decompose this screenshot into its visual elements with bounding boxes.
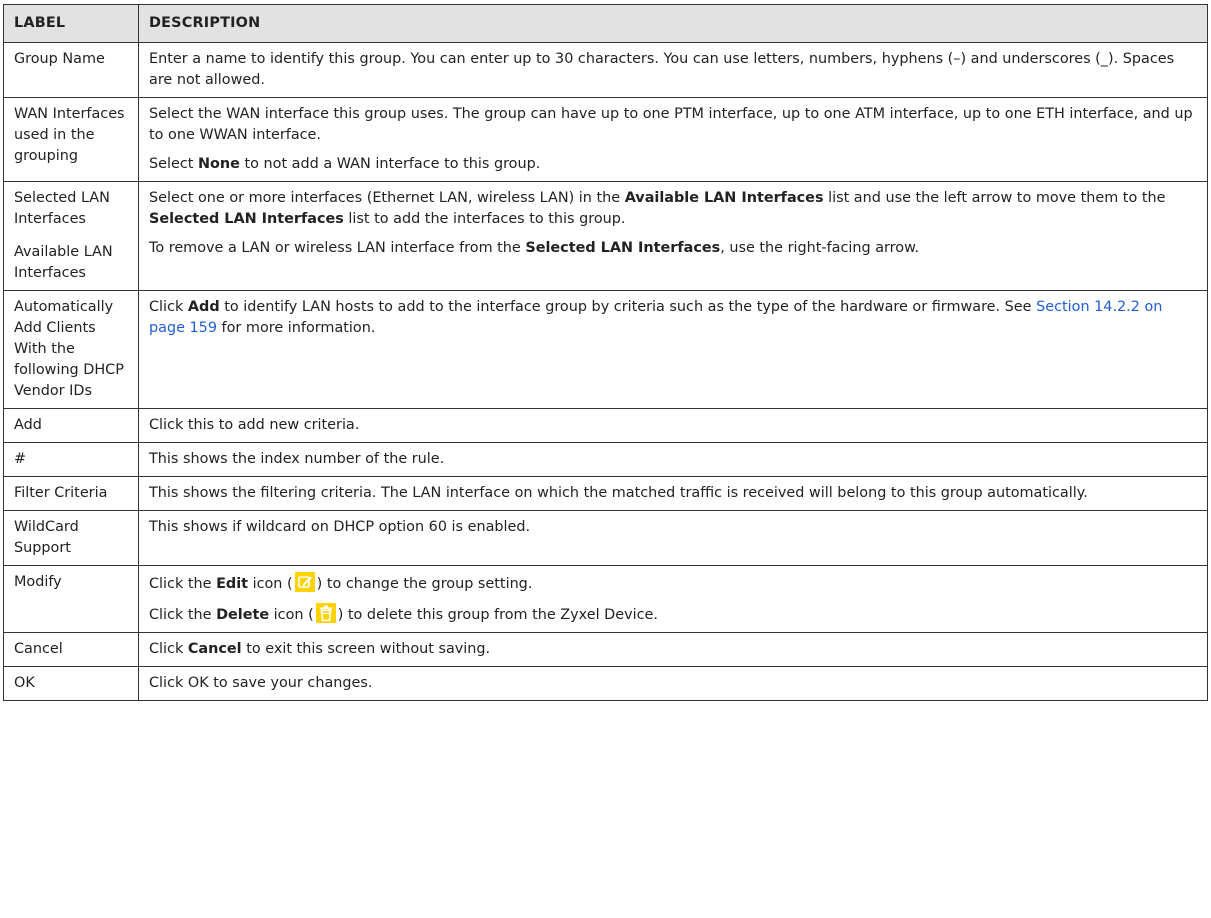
edit-icon <box>294 572 315 592</box>
table-row: Add Click this to add new criteria. <box>3 408 1208 443</box>
row-description: This shows the filtering criteria. The L… <box>138 476 1208 511</box>
table-row: WAN Interfaces used in the grouping Sele… <box>3 97 1208 182</box>
row-label: WAN Interfaces used in the grouping <box>3 97 139 182</box>
row-description: Click OK to save your changes. <box>138 666 1208 701</box>
row-description: This shows the index number of the rule. <box>138 442 1208 477</box>
table-row: OK Click OK to save your changes. <box>3 666 1208 701</box>
table-row: Selected LAN Interfaces Available LAN In… <box>3 181 1208 291</box>
row-label: Cancel <box>3 632 139 667</box>
row-description: Click Add to identify LAN hosts to add t… <box>138 290 1208 409</box>
row-label: Group Name <box>3 42 139 98</box>
table-row: Modify Click the Edit icon () to change … <box>3 565 1208 633</box>
table-row: Automatically Add Clients With the follo… <box>3 290 1208 409</box>
table-header-row: LABEL DESCRIPTION <box>3 4 1208 43</box>
row-description: This shows if wildcard on DHCP option 60… <box>138 510 1208 566</box>
description-column-header: DESCRIPTION <box>138 4 1208 43</box>
table-row: Group Name Enter a name to identify this… <box>3 42 1208 98</box>
row-label: Filter Criteria <box>3 476 139 511</box>
label-description-table: LABEL DESCRIPTION Group Name Enter a nam… <box>3 4 1208 701</box>
table-row: Filter Criteria This shows the filtering… <box>3 476 1208 511</box>
row-label: # <box>3 442 139 477</box>
row-label: Selected LAN Interfaces Available LAN In… <box>3 181 139 291</box>
row-description: Select the WAN interface this group uses… <box>138 97 1208 182</box>
row-label: Modify <box>3 565 139 633</box>
row-label: Automatically Add Clients With the follo… <box>3 290 139 409</box>
row-label: Add <box>3 408 139 443</box>
delete-icon <box>315 603 336 623</box>
row-label: WildCard Support <box>3 510 139 566</box>
table-row: WildCard Support This shows if wildcard … <box>3 510 1208 566</box>
row-label: OK <box>3 666 139 701</box>
row-description: Click this to add new criteria. <box>138 408 1208 443</box>
row-description: Select one or more interfaces (Ethernet … <box>138 181 1208 291</box>
row-description: Click the Edit icon () to change the gro… <box>138 565 1208 633</box>
label-column-header: LABEL <box>3 4 139 43</box>
row-description: Click Cancel to exit this screen without… <box>138 632 1208 667</box>
row-description: Enter a name to identify this group. You… <box>138 42 1208 98</box>
table-row: Cancel Click Cancel to exit this screen … <box>3 632 1208 667</box>
table-row: # This shows the index number of the rul… <box>3 442 1208 477</box>
